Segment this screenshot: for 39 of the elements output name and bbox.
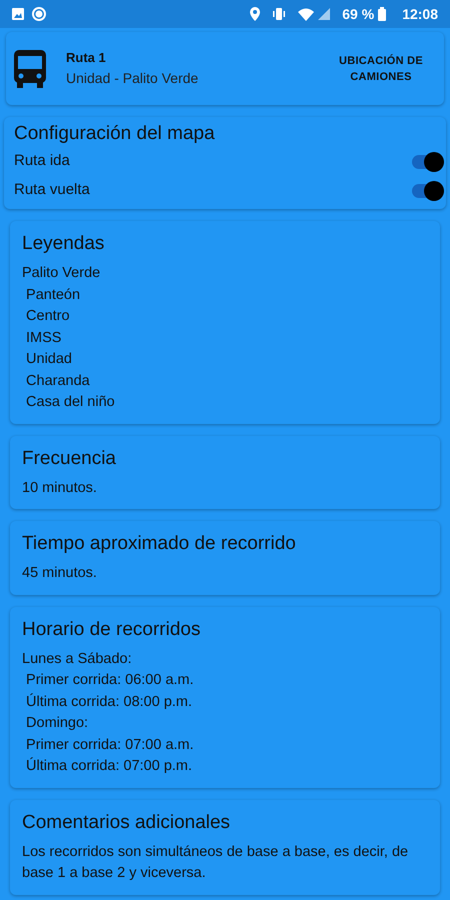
- section-title: Tiempo aproximado de recorrido: [22, 532, 297, 556]
- truck-location-button[interactable]: UBICACIÓN DE CAMIONES: [326, 52, 436, 84]
- info-text: Última corrida: 08:00 p.m.: [25, 692, 194, 712]
- toggle-switch[interactable]: [410, 180, 444, 200]
- info-text: IMSS: [25, 328, 62, 348]
- route-subtitle: Unidad - Palito Verde: [66, 68, 198, 88]
- section-title: Frecuencia: [22, 446, 117, 470]
- image-icon: [12, 8, 24, 20]
- info-text: Charanda: [25, 372, 91, 390]
- info-text: 10 minutos.: [22, 478, 98, 498]
- route-title: Ruta 1: [66, 49, 107, 68]
- toggle-switch[interactable]: [410, 152, 444, 172]
- location-icon: [250, 7, 260, 21]
- info-text: Palito Verde: [22, 264, 102, 283]
- section-title: Leyendas: [22, 232, 106, 256]
- battery-percent: 69 %: [342, 4, 374, 24]
- info-text: Primer corrida: 07:00 a.m.: [25, 736, 195, 754]
- wifi-icon: [298, 8, 314, 20]
- signal-icon: [318, 8, 330, 20]
- battery-icon: [378, 7, 386, 21]
- section-title: Horario de recorridos: [22, 618, 202, 642]
- info-text: Centro: [25, 307, 71, 326]
- vibrate-icon: [272, 7, 286, 21]
- toggle-label: Ruta vuelta: [14, 180, 90, 200]
- info-text: Los recorridos son simultáneos de base a base, es decir, de base 1 a base 2 y viceversa.: [22, 842, 410, 883]
- clock-time: 12:08: [402, 4, 438, 24]
- circle-icon: [32, 7, 46, 21]
- info-text: Lunes a Sábado:: [22, 650, 133, 668]
- info-text: 45 minutos.: [22, 564, 98, 583]
- toggle-label: Ruta ida: [14, 151, 70, 172]
- info-text: Unidad: [25, 350, 73, 369]
- info-text: Primer corrida: 06:00 a.m.: [25, 671, 195, 690]
- info-text: Domingo:: [25, 714, 90, 733]
- bus-icon: [14, 50, 46, 88]
- info-text: Casa del niño: [25, 393, 116, 412]
- info-text: Panteón: [25, 286, 82, 304]
- info-text: Última corrida: 07:00 p.m.: [25, 756, 194, 776]
- section-title: Comentarios adicionales: [22, 810, 232, 834]
- section-title: Configuración del mapa: [14, 122, 216, 146]
